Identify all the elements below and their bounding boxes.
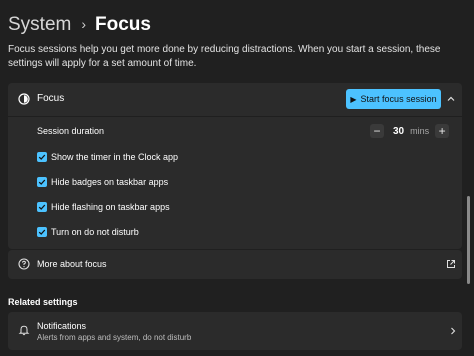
show-timer-checkbox[interactable] — [37, 152, 47, 162]
option-row: Turn on do not disturb — [8, 223, 462, 245]
notifications-subtitle: Alerts from apps and system, do not dist… — [37, 333, 192, 342]
checkmark-icon — [38, 154, 46, 160]
option-row: Hide badges on taskbar apps — [8, 173, 462, 195]
duration-value: 30 — [393, 125, 405, 137]
do-not-disturb-checkbox[interactable] — [37, 227, 47, 237]
notifications-link[interactable]: Notifications Alerts from apps and syste… — [8, 312, 462, 350]
notifications-title: Notifications — [37, 321, 87, 331]
chevron-right-icon — [448, 326, 458, 336]
page-description: Focus sessions help you get more done by… — [8, 44, 441, 69]
start-focus-session-button[interactable]: ▶ Start focus session — [346, 89, 441, 109]
show-timer-label: Show the timer in the Clock app — [51, 152, 179, 162]
divider — [8, 116, 462, 117]
checkmark-icon — [38, 229, 46, 235]
scrollbar[interactable] — [467, 196, 470, 284]
external-link-icon — [446, 259, 456, 269]
checkmark-icon — [38, 179, 46, 185]
hide-flashing-checkbox[interactable] — [37, 202, 47, 212]
session-duration-stepper: − 30 mins + — [370, 123, 450, 139]
more-about-focus-link[interactable]: More about focus — [8, 250, 462, 279]
focus-clock-icon — [18, 93, 30, 105]
play-icon: ▶ — [350, 94, 357, 104]
more-about-focus-label: More about focus — [37, 259, 107, 269]
chevron-up-icon[interactable] — [445, 93, 457, 105]
hide-badges-label: Hide badges on taskbar apps — [51, 177, 169, 187]
page-title: Focus — [95, 14, 151, 35]
breadcrumb: System › Focus — [8, 11, 151, 39]
increment-button[interactable]: + — [435, 124, 450, 138]
option-row: Show the timer in the Clock app — [8, 148, 462, 170]
start-focus-session-label: Start focus session — [360, 94, 437, 104]
focus-header[interactable]: Focus ▶ Start focus session — [8, 83, 462, 115]
related-settings-heading: Related settings — [8, 297, 78, 307]
hide-flashing-label: Hide flashing on taskbar apps — [51, 202, 170, 212]
do-not-disturb-label: Turn on do not disturb — [51, 227, 139, 237]
bell-icon — [18, 324, 30, 336]
hide-badges-checkbox[interactable] — [37, 177, 47, 187]
help-icon — [18, 258, 30, 270]
chevron-right-icon: › — [81, 16, 87, 32]
session-duration-row: Session duration − 30 mins + — [8, 121, 462, 143]
checkmark-icon — [38, 204, 46, 210]
session-duration-label: Session duration — [37, 126, 105, 136]
focus-title: Focus — [37, 93, 65, 104]
breadcrumb-parent[interactable]: System — [8, 14, 71, 36]
option-row: Hide flashing on taskbar apps — [8, 198, 462, 220]
focus-card: Focus ▶ Start focus session Session dura… — [8, 83, 462, 249]
duration-unit: mins — [410, 126, 430, 136]
decrement-button[interactable]: − — [370, 124, 384, 138]
